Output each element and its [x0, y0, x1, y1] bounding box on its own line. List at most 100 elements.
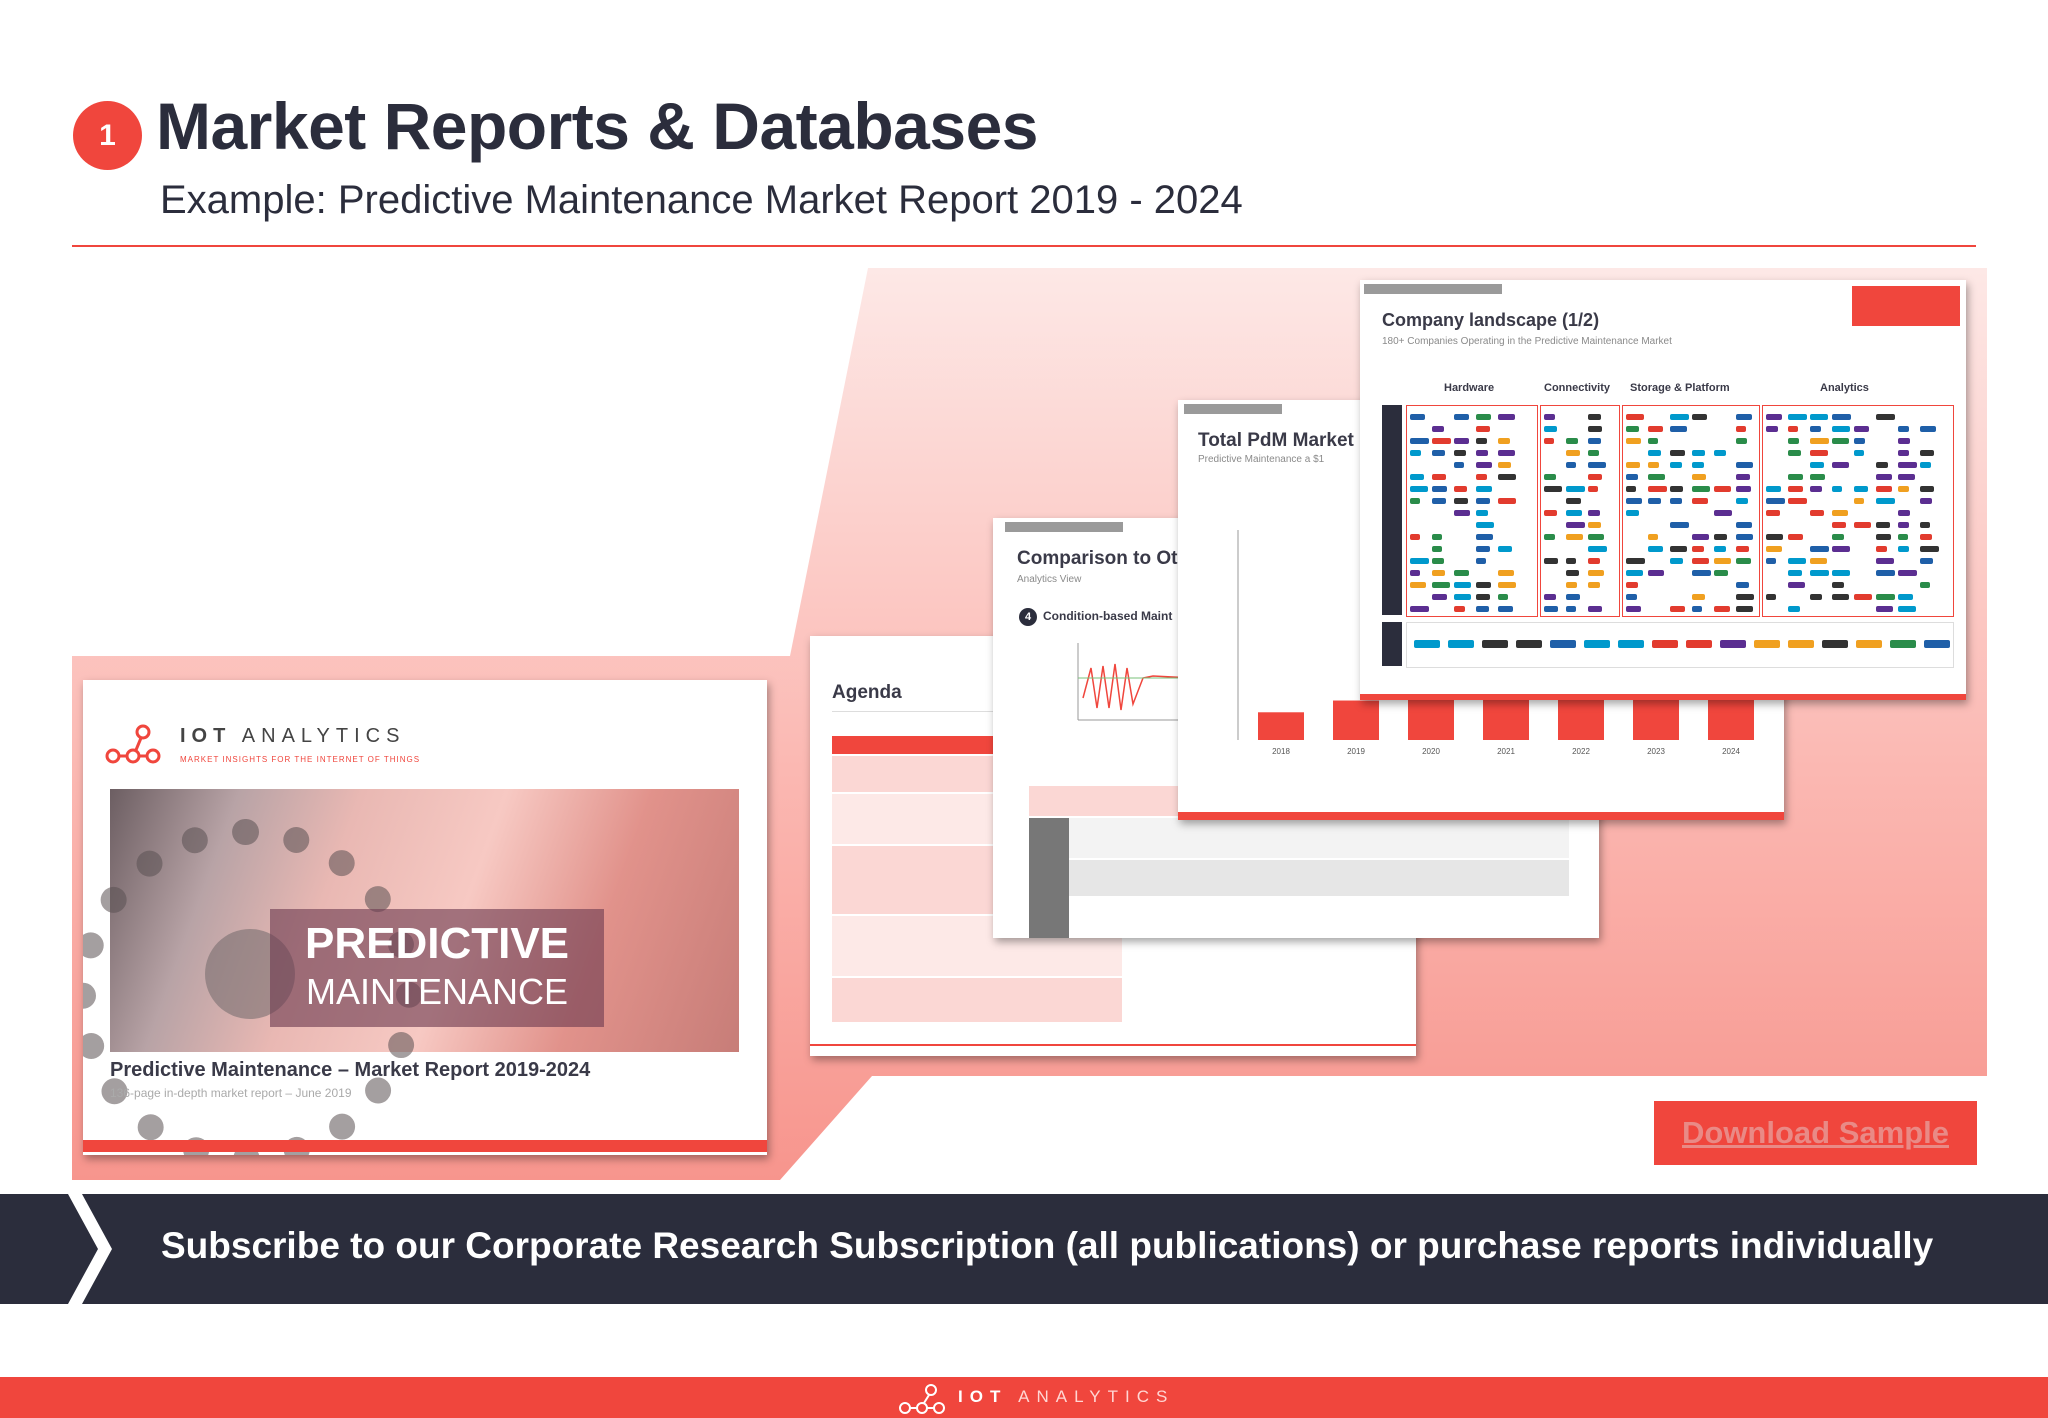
company-logo: [1898, 546, 1909, 552]
chevron-right-icon: [68, 1194, 112, 1304]
company-logo: [1648, 438, 1658, 444]
company-logo: [1670, 558, 1683, 564]
download-sample-label[interactable]: Download Sample: [1682, 1115, 1949, 1151]
company-logo: [1692, 486, 1710, 492]
company-logo: [1476, 474, 1487, 480]
company-logo: [1476, 534, 1493, 540]
company-logo: [1736, 414, 1752, 420]
company-logo: [1476, 594, 1490, 600]
company-logo: [1626, 414, 1644, 420]
company-logo: [1714, 534, 1727, 540]
company-logo: [1476, 414, 1491, 420]
company-logo: [1432, 546, 1442, 552]
company-logo: [1788, 582, 1805, 588]
agenda-slide-title: Agenda: [832, 682, 902, 703]
page-subtitle: Example: Predictive Maintenance Market R…: [160, 178, 1243, 222]
company-logo: [1898, 606, 1916, 612]
company-logo: [1498, 438, 1510, 444]
company-logo: [1810, 474, 1825, 480]
company-logo: [1476, 486, 1492, 492]
company-logo: [1498, 462, 1511, 468]
company-logo: [1414, 640, 1440, 648]
subscribe-banner: Subscribe to our Corporate Research Subs…: [0, 1194, 2048, 1304]
company-logo: [1898, 462, 1917, 468]
page-title: Market Reports & Databases: [156, 89, 1039, 163]
company-logo: [1766, 594, 1776, 600]
download-sample-button[interactable]: Download Sample: [1654, 1101, 1977, 1165]
company-logo: [1648, 450, 1661, 456]
company-logo: [1854, 486, 1868, 492]
company-logo: [1566, 570, 1579, 576]
company-logo: [1432, 486, 1447, 492]
company-logo: [1652, 640, 1678, 648]
company-logo: [1410, 582, 1426, 588]
company-logo: [1626, 570, 1643, 576]
company-logo: [1566, 606, 1576, 612]
company-logo: [1832, 486, 1842, 492]
company-logo: [1626, 606, 1641, 612]
company-logo: [1692, 594, 1705, 600]
cover-report-description: 136-page in-depth market report – June 2…: [110, 1086, 352, 1100]
iot-analytics-logo-icon: [105, 724, 161, 764]
company-logo: [1714, 606, 1730, 612]
company-logo: [1876, 594, 1895, 600]
step-number-icon: 4: [1019, 608, 1037, 626]
company-logo: [1832, 426, 1850, 432]
company-logo: [1854, 522, 1871, 528]
company-logo: [1454, 498, 1468, 504]
landscape-column-analytics: Analytics: [1820, 382, 1869, 394]
company-logo: [1788, 450, 1801, 456]
company-logo: [1626, 474, 1638, 480]
company-logo: [1410, 414, 1425, 420]
company-logo: [1898, 510, 1910, 516]
company-logo: [1566, 522, 1585, 528]
company-logo: [1788, 640, 1814, 648]
company-logo: [1810, 558, 1827, 564]
company-logo: [1670, 498, 1682, 504]
company-logo: [1832, 582, 1844, 588]
company-logo: [1454, 594, 1471, 600]
company-logo: [1454, 510, 1470, 516]
company-logo: [1454, 486, 1467, 492]
comparison-slide-title: Comparison to Ot: [1017, 548, 1178, 569]
company-logo: [1476, 606, 1489, 612]
footer-brand-name: IOT ANALYTICS: [958, 1387, 1175, 1406]
company-logo: [1648, 486, 1667, 492]
company-logo: [1670, 606, 1685, 612]
company-logo: [1498, 498, 1516, 504]
company-logo: [1454, 438, 1469, 444]
company-logo: [1692, 546, 1704, 552]
company-logo: [1736, 594, 1754, 600]
comparison-table-row: [1029, 818, 1569, 858]
company-logo: [1626, 558, 1645, 564]
company-logo: [1454, 462, 1464, 468]
company-logo: [1670, 414, 1689, 420]
cover-brand-tagline: MARKET INSIGHTS FOR THE INTERNET OF THIN…: [180, 755, 421, 764]
report-cover-slide-thumbnail: IOT ANALYTICS MARKET INSIGHTS FOR THE IN…: [83, 680, 767, 1155]
company-logo: [1626, 486, 1636, 492]
company-logo: [1822, 640, 1848, 648]
company-logo: [1516, 640, 1542, 648]
company-logo: [1788, 438, 1799, 444]
company-logo: [1670, 426, 1687, 432]
company-logo: [1736, 558, 1751, 564]
company-logo: [1898, 426, 1909, 432]
company-logo: [1432, 570, 1445, 576]
year-tick-label: 2024: [1722, 747, 1740, 756]
company-logo: [1832, 594, 1849, 600]
company-logo: [1788, 414, 1807, 420]
company-logo: [1566, 582, 1577, 588]
company-logo: [1898, 594, 1913, 600]
company-logo: [1498, 474, 1516, 480]
slide-section-tag: [1005, 522, 1123, 532]
company-logo: [1832, 438, 1849, 444]
company-logo: [1832, 534, 1844, 540]
slide-footer-line: [810, 1044, 1416, 1046]
company-logo: [1920, 450, 1934, 456]
landscape-column-storage-platform: Storage & Platform: [1630, 382, 1730, 394]
company-logo: [1410, 438, 1429, 444]
company-logo: [1626, 462, 1640, 468]
company-logo: [1626, 594, 1637, 600]
company-logo: [1854, 498, 1864, 504]
company-logo: [1898, 474, 1915, 480]
